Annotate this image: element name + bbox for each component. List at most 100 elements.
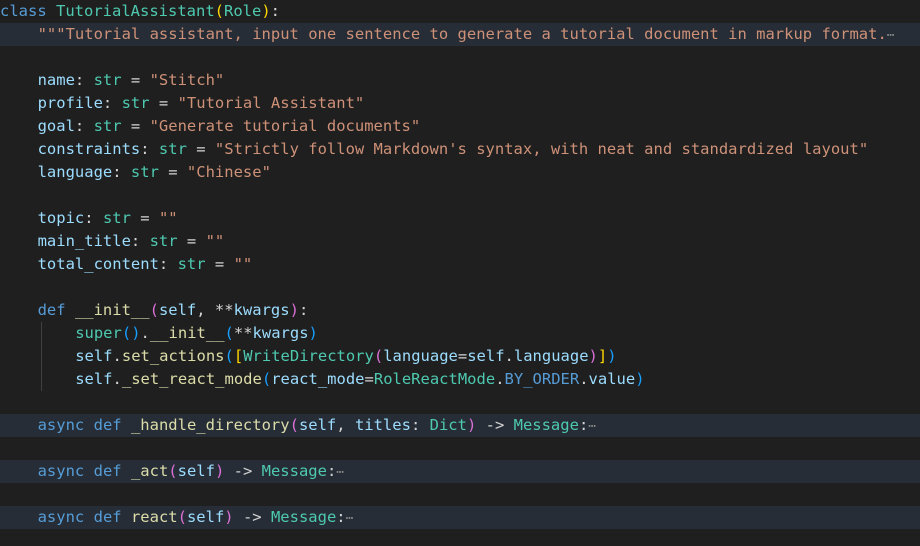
variable-token: language: [383, 347, 458, 365]
operator-token: =: [457, 347, 468, 365]
class-name-token: super: [75, 324, 122, 342]
operator-token: :: [130, 232, 150, 250]
code-line[interactable]: name: str = "Stitch": [0, 69, 920, 92]
operator-token: [66, 301, 75, 319]
operator-token: [47, 2, 56, 20]
code-line[interactable]: [0, 391, 920, 414]
code-line[interactable]: profile: str = "Tutorial Assistant": [0, 92, 920, 115]
fold-ellipsis-icon[interactable]: ⋯: [588, 419, 596, 434]
folded-code-line[interactable]: """Tutorial assistant, input one sentenc…: [0, 23, 920, 46]
operator-token: [122, 462, 131, 480]
operator-token: ,: [336, 416, 355, 434]
keyword-token: class: [0, 2, 47, 20]
string-token: "": [233, 255, 253, 273]
code-line[interactable]: self.set_actions([WriteDirectory(languag…: [0, 345, 920, 368]
code-line[interactable]: self._set_react_mode(react_mode=RoleReac…: [0, 368, 920, 391]
class-name-token: Message: [513, 416, 579, 434]
operator-token: :: [410, 416, 430, 434]
string-token: "": [158, 209, 178, 227]
class-name-token: str: [102, 209, 131, 227]
function-name-token: _act: [130, 462, 169, 480]
code-line[interactable]: [0, 46, 920, 69]
code-line[interactable]: super().__init__(**kwargs): [0, 322, 920, 345]
operator-token: :: [140, 140, 159, 158]
code-line[interactable]: [0, 437, 920, 460]
code-line[interactable]: constraints: str = "Strictly follow Mark…: [0, 138, 920, 161]
code-text: """Tutorial assistant, input one sentenc…: [38, 23, 895, 47]
string-token: "": [205, 232, 225, 250]
variable-token: self: [298, 416, 337, 434]
variable-token: main_title: [37, 232, 131, 250]
class-name-token: Role: [224, 2, 262, 20]
code-text: goal: str = "Generate tutorial documents…: [38, 115, 421, 138]
code-text: super().__init__(**kwargs): [75, 322, 318, 345]
code-text: name: str = "Stitch": [38, 69, 225, 92]
bracket-token: (: [177, 508, 187, 526]
code-line[interactable]: language: str = "Chinese": [0, 161, 920, 184]
keyword-token: def: [37, 301, 66, 319]
operator-token: :: [326, 462, 337, 480]
bracket-token: [: [233, 347, 244, 365]
variable-token: react_mode: [271, 370, 365, 388]
operator-token: :: [74, 71, 94, 89]
bracket-token: (: [149, 301, 159, 319]
operator-token: =: [158, 163, 187, 181]
bracket-token: (: [289, 416, 299, 434]
code-text: class TutorialAssistant(Role):: [0, 0, 280, 23]
fold-ellipsis-icon[interactable]: ⋯: [887, 28, 895, 43]
variable-token: self: [75, 347, 113, 365]
variable-token: goal: [37, 117, 75, 135]
variable-token: kwargs: [233, 301, 290, 319]
operator-token: =: [121, 71, 150, 89]
operator-token: [84, 508, 93, 526]
code-line[interactable]: [0, 276, 920, 299]
code-line[interactable]: [0, 483, 920, 506]
bracket-token: ): [635, 370, 645, 388]
code-editor[interactable]: class TutorialAssistant(Role): """Tutoria…: [0, 0, 920, 546]
code-text: total_content: str = "": [38, 253, 253, 276]
bracket-token: ): [261, 2, 271, 20]
variable-token: self: [186, 508, 225, 526]
operator-token: :: [270, 2, 281, 20]
variable-token: constraints: [37, 140, 141, 158]
folded-code-line[interactable]: async def _handle_directory(self, titles…: [0, 414, 920, 437]
string-token: "Chinese": [186, 163, 271, 181]
code-line[interactable]: main_title: str = "": [0, 230, 920, 253]
code-line[interactable]: class TutorialAssistant(Role):: [0, 0, 920, 23]
operator-token: ->: [476, 416, 514, 434]
keyword-token: BY_ORDER: [504, 370, 580, 388]
class-name-token: str: [121, 94, 150, 112]
operator-token: =: [149, 94, 178, 112]
string-token: "Generate tutorial documents": [149, 117, 421, 135]
bracket-token: (: [261, 370, 272, 388]
variable-token: self: [158, 301, 197, 319]
folded-code-line[interactable]: async def _act(self) -> Message:⋯: [0, 460, 920, 483]
class-name-token: str: [158, 140, 187, 158]
class-name-token: str: [149, 232, 178, 250]
fold-ellipsis-icon[interactable]: ⋯: [336, 465, 344, 480]
code-text: main_title: str = "": [38, 230, 225, 253]
folded-code-line[interactable]: async def react(self) -> Message:⋯: [0, 506, 920, 529]
operator-token: =: [186, 140, 215, 158]
keyword-token: async: [37, 462, 85, 480]
code-line[interactable]: [0, 184, 920, 207]
string-token: "Strictly follow Markdown's syntax, with…: [214, 140, 869, 158]
code-line[interactable]: total_content: str = "": [0, 253, 920, 276]
operator-token: ->: [233, 508, 271, 526]
code-line[interactable]: topic: str = "": [0, 207, 920, 230]
code-line[interactable]: goal: str = "Generate tutorial documents…: [0, 115, 920, 138]
bracket-token: ]: [597, 347, 608, 365]
fold-ellipsis-icon[interactable]: ⋯: [346, 511, 354, 526]
class-name-token: str: [130, 163, 159, 181]
bracket-token: (: [168, 462, 178, 480]
code-text: def __init__(self, **kwargs):: [38, 299, 309, 322]
indent-guide: [40, 345, 42, 368]
operator-token: .: [579, 370, 589, 388]
variable-token: self: [467, 347, 505, 365]
code-line[interactable]: def __init__(self, **kwargs):: [0, 299, 920, 322]
keyword-token: async: [37, 508, 85, 526]
function-name-token: _set_react_mode: [121, 370, 262, 388]
code-text: topic: str = "": [38, 207, 178, 230]
variable-token: self: [177, 462, 215, 480]
variable-token: name: [37, 71, 75, 89]
